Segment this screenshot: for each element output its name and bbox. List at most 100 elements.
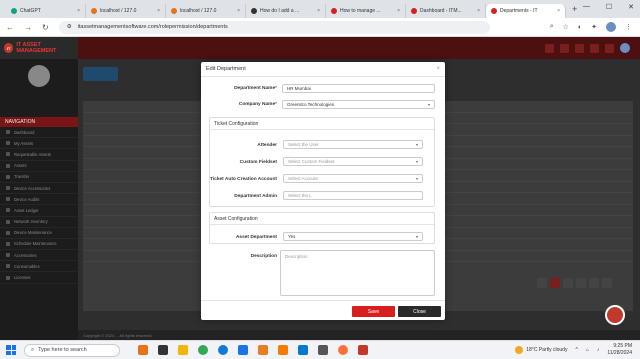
tray-chevron-icon[interactable]: ^ (575, 347, 577, 353)
page-button[interactable] (589, 278, 599, 288)
sidebar-item[interactable]: Assets (0, 161, 78, 172)
clock[interactable]: 9:25 PM 11/28/2024 (607, 343, 632, 357)
windows-start-icon[interactable] (6, 345, 16, 355)
menu-icon[interactable]: ⋮ (625, 23, 632, 31)
new-tab-button[interactable]: + (572, 4, 577, 14)
sidebar-item[interactable]: Requestable Assets (0, 149, 78, 161)
description-textarea[interactable]: Description (280, 250, 435, 296)
page-button[interactable] (576, 278, 586, 288)
sidebar: NAVIGATION Dashboard My Assets Requestable… (0, 59, 78, 340)
site-info-icon[interactable]: ⚙ (67, 24, 72, 30)
sidebar-list: Dashboard My Assets Requestable Assets Asse… (0, 127, 78, 284)
sidebar-item[interactable]: Asset Ledger (0, 205, 78, 217)
taskbar-search-input[interactable]: ⌕ Type here to search (24, 343, 120, 357)
asset-department-select[interactable]: Yes ▾ (283, 232, 423, 241)
topbar-button[interactable] (575, 43, 584, 53)
vscode-icon[interactable] (298, 345, 308, 355)
attender-select[interactable]: Select the User ▾ (283, 140, 423, 149)
department-name-input[interactable]: HR Mumbai (282, 84, 435, 93)
sidebar-item[interactable]: Network Inventory (0, 217, 78, 228)
sidebar-item[interactable]: Device Maintenance (0, 228, 78, 239)
page-button[interactable] (537, 278, 547, 288)
close-tab-icon[interactable]: × (477, 8, 480, 14)
sidebar-item[interactable]: Transfer (0, 172, 78, 183)
app-logo[interactable]: IT IT ASSET MANAGEMENT (0, 37, 78, 59)
topbar-button[interactable] (605, 43, 614, 53)
sidebar-item[interactable]: My Assets (0, 138, 78, 150)
browser-tab[interactable]: localhost / 127.0 × (166, 4, 246, 18)
ticket-auto-creation-select[interactable]: Select Account ▾ (283, 174, 423, 183)
zoom-icon[interactable]: ⌕ (550, 23, 554, 31)
close-tab-icon[interactable]: × (157, 8, 160, 14)
minimize-icon[interactable]: — (583, 3, 590, 11)
close-tab-icon[interactable]: × (317, 8, 320, 14)
weather-widget[interactable]: 18°C Partly cloudy (515, 346, 567, 354)
xampp-icon[interactable] (278, 345, 288, 355)
avatar[interactable] (28, 65, 50, 87)
extension-icon[interactable]: ◐ (578, 24, 582, 31)
company-select[interactable]: Greenitco Technologies ▾ (282, 100, 435, 109)
forward-icon[interactable]: → (24, 23, 32, 32)
browser-tab[interactable]: How do I add a ... × (246, 4, 326, 18)
reload-icon[interactable]: ↻ (42, 23, 49, 32)
widgets-icon[interactable] (138, 345, 148, 355)
extensions-puzzle-icon[interactable]: ✦ (591, 23, 597, 31)
browser-tab[interactable]: ChatGPT × (6, 4, 86, 18)
browser-tab[interactable]: How to manage ... × (326, 4, 406, 18)
store-icon[interactable] (238, 345, 248, 355)
custom-fieldset-select[interactable]: Select Custom Fieldset ▾ (283, 157, 423, 166)
edge-icon[interactable] (218, 345, 228, 355)
sidebar-item-label: Asset Ledger (14, 207, 39, 213)
address-bar-row: ← → ↻ ⚙ itassetmanagementsoftware.com/ro… (0, 18, 640, 37)
close-tab-icon[interactable]: × (557, 8, 560, 14)
save-button[interactable]: Save (352, 306, 395, 317)
sidebar-item[interactable]: Schedule Maintenance (0, 239, 78, 251)
sidebar-item-label: Licenses (14, 275, 31, 281)
profile-avatar[interactable] (606, 22, 616, 32)
help-chat-button[interactable] (605, 305, 625, 325)
user-avatar[interactable] (620, 43, 630, 53)
topbar-button[interactable] (590, 43, 599, 53)
company-name-label: Company Name* (238, 102, 277, 107)
sidebar-item[interactable]: Device Accessories (0, 183, 78, 195)
sidebar-item[interactable]: Accessories (0, 250, 78, 262)
sidebar-item[interactable]: Device Audits (0, 194, 78, 206)
maximize-icon[interactable]: ☐ (606, 3, 612, 11)
page-button[interactable] (563, 278, 573, 288)
close-icon[interactable]: × (436, 66, 440, 72)
topbar-button[interactable] (545, 43, 554, 53)
url-input[interactable]: ⚙ itassetmanagementsoftware.com/roleperm… (58, 20, 490, 34)
menu-item-icon (6, 163, 10, 168)
page-button[interactable] (602, 278, 612, 288)
browser-tab[interactable]: Dashboard - ITM... × (406, 4, 486, 18)
close-window-icon[interactable]: ✕ (628, 3, 634, 11)
close-tab-icon[interactable]: × (397, 8, 400, 14)
menu-item-icon (6, 264, 10, 269)
app-icon[interactable] (258, 345, 268, 355)
back-icon[interactable]: ← (6, 23, 14, 32)
itam-icon (411, 8, 417, 14)
page-button-active[interactable] (550, 278, 560, 288)
browser-tab-active[interactable]: Departments - IT × (486, 4, 566, 18)
page-header-button[interactable] (83, 67, 118, 81)
task-view-icon[interactable] (158, 345, 168, 355)
app-icon[interactable] (318, 345, 328, 355)
close-button[interactable]: Close (398, 306, 441, 317)
sidebar-item[interactable]: Dashboard (0, 127, 78, 139)
sidebar-item-label: Network Inventory (14, 219, 48, 225)
network-icon[interactable]: ⌂ (586, 347, 589, 353)
department-admin-select[interactable]: Select the L (283, 191, 423, 200)
close-tab-icon[interactable]: × (237, 8, 240, 14)
firefox-icon[interactable] (338, 345, 348, 355)
close-tab-icon[interactable]: × (77, 8, 80, 14)
chrome-icon[interactable] (198, 345, 208, 355)
topbar-button[interactable] (560, 43, 569, 53)
volume-icon[interactable]: ♪ (597, 347, 600, 353)
bookmark-star-icon[interactable]: ☆ (563, 23, 569, 31)
sidebar-item[interactable]: Consumables (0, 261, 78, 273)
app-icon[interactable] (358, 345, 368, 355)
file-explorer-icon[interactable] (178, 345, 188, 355)
menu-item-icon (6, 219, 10, 224)
browser-tab[interactable]: localhost / 127.0 × (86, 4, 166, 18)
sidebar-item[interactable]: Licenses (0, 272, 78, 284)
